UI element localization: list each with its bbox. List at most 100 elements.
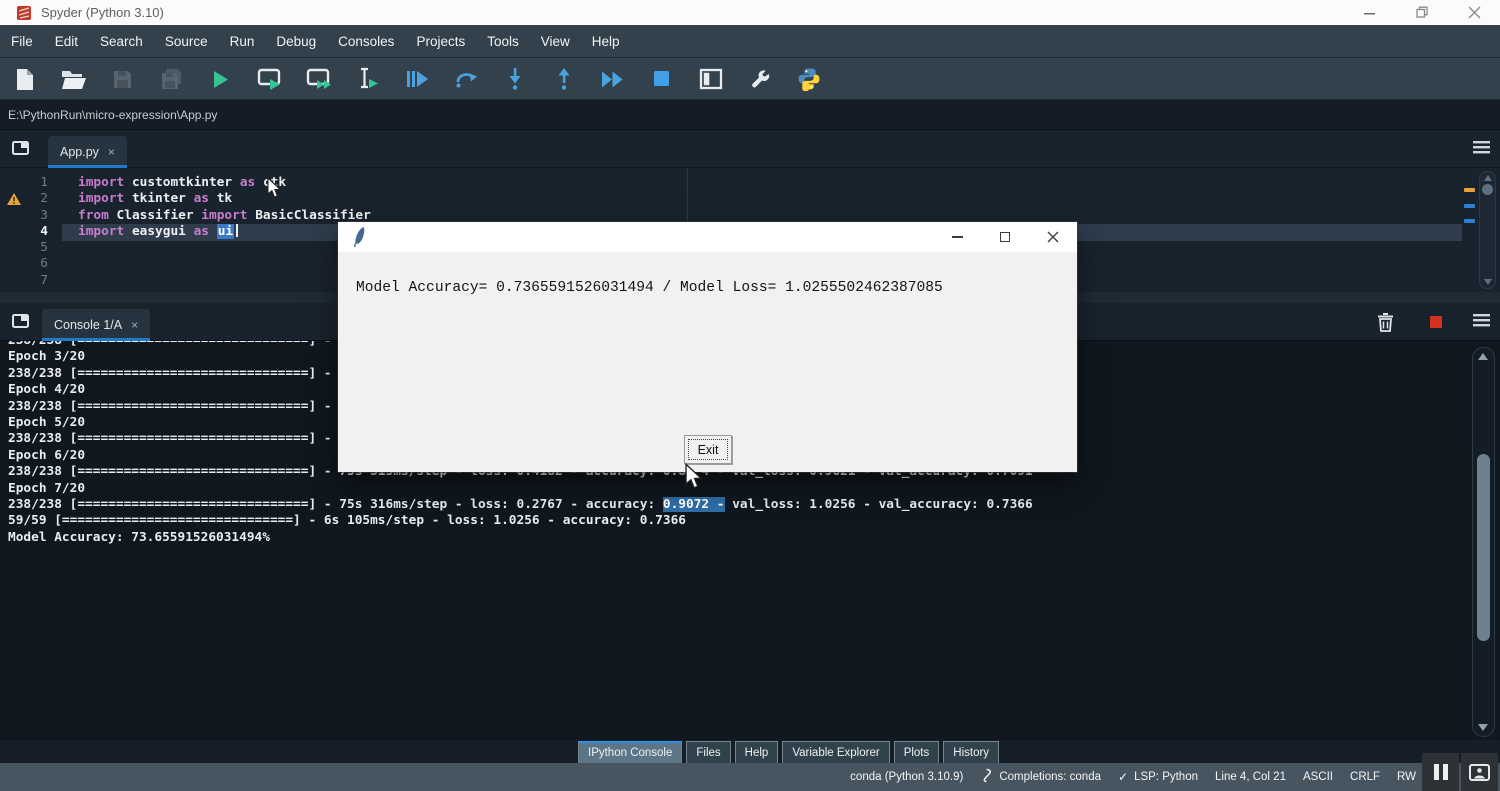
browse-tabs-icon[interactable] [12, 139, 31, 161]
dialog-message: Model Accuracy= 0.7365591526031494 / Mod… [356, 280, 943, 296]
tkinter-feather-icon [351, 226, 366, 253]
dialog-maximize-icon[interactable] [981, 222, 1029, 252]
tab-help[interactable]: Help [734, 741, 779, 763]
restore-icon[interactable] [1396, 0, 1448, 25]
lsp-status[interactable]: ✓ LSP: Python [1118, 770, 1198, 784]
save-icon[interactable] [110, 66, 135, 92]
menu-file[interactable]: File [0, 34, 44, 49]
line-number-current: 4 [40, 223, 48, 239]
check-icon: ✓ [1118, 770, 1129, 784]
editor-scrollbar[interactable] [1479, 171, 1496, 289]
breadcrumb: E:\PythonRun\micro-expression\App.py [0, 100, 1500, 130]
preferences-icon[interactable] [747, 66, 772, 92]
menu-edit[interactable]: Edit [44, 34, 89, 49]
menu-consoles[interactable]: Consoles [327, 34, 405, 49]
line-number: 7 [40, 272, 48, 288]
tab-console-1a[interactable]: Console 1/A × [42, 309, 151, 341]
scroll-up-icon[interactable] [1484, 175, 1492, 181]
tab-files[interactable]: Files [686, 741, 731, 763]
console-scrollbar[interactable] [1472, 347, 1495, 737]
code-line[interactable]: import customtkinter as ctk [78, 175, 371, 191]
open-file-icon[interactable] [61, 66, 86, 92]
scroll-down-icon[interactable] [1484, 279, 1492, 285]
completions-status[interactable]: Completions: conda [980, 768, 1101, 786]
dialog-titlebar[interactable] [338, 222, 1077, 252]
tab-app-py[interactable]: App.py × [48, 136, 127, 168]
warning-flag [1464, 188, 1475, 192]
code-line-current[interactable]: import easygui as ui [78, 223, 371, 240]
save-all-icon[interactable] [159, 66, 184, 92]
debug-icon[interactable] [404, 66, 429, 92]
stop-icon[interactable] [649, 66, 674, 92]
scroll-up-icon[interactable] [1478, 353, 1488, 360]
console-options-menu-icon[interactable] [1473, 314, 1490, 332]
selected-text: ui [216, 223, 235, 239]
mouse-cursor [684, 462, 703, 495]
code-line[interactable]: import tkinter as tk [78, 191, 371, 207]
plugin-tab-strip: IPython Console Files Help Variable Expl… [0, 740, 1500, 763]
line-number: 6 [40, 256, 48, 272]
change-flag [1464, 219, 1475, 223]
scrollflag-column [1463, 168, 1476, 292]
completions-icon [980, 768, 993, 786]
minimize-icon[interactable] [1344, 0, 1396, 25]
menubar: File Edit Search Source Run Debug Consol… [0, 25, 1500, 58]
encoding-status: ASCII [1302, 771, 1334, 783]
interrupt-kernel-icon[interactable] [1430, 316, 1442, 328]
selected-text: 0.9072 - [662, 496, 725, 512]
step-out-icon[interactable] [551, 66, 576, 92]
file-path: E:\PythonRun\micro-expression\App.py [8, 107, 218, 122]
pythonpath-icon[interactable] [796, 66, 821, 92]
step-into-icon[interactable] [502, 66, 527, 92]
eol-status: CRLF [1350, 771, 1381, 783]
console-line[interactable]: 59/59 [==============================] -… [8, 513, 1033, 529]
close-icon[interactable] [1448, 0, 1500, 25]
menu-view[interactable]: View [530, 34, 581, 49]
recorder-overlay [1422, 753, 1498, 791]
change-flag [1464, 204, 1475, 208]
pause-icon[interactable] [1422, 753, 1459, 791]
tab-close-icon[interactable]: × [131, 319, 138, 331]
menu-help[interactable]: Help [581, 34, 631, 49]
interpreter-status[interactable]: conda (Python 3.10.9) [850, 771, 963, 783]
dialog-close-icon[interactable] [1029, 222, 1077, 252]
menu-run[interactable]: Run [219, 34, 266, 49]
titlebar[interactable]: Spyder (Python 3.10) [0, 0, 1500, 25]
tab-variable-explorer[interactable]: Variable Explorer [782, 741, 890, 763]
code-line[interactable]: from Classifier import BasicClassifier [78, 208, 371, 224]
menu-search[interactable]: Search [89, 34, 154, 49]
scrollbar-thumb[interactable] [1477, 454, 1490, 641]
tab-plots[interactable]: Plots [893, 741, 940, 763]
menu-tools[interactable]: Tools [476, 34, 530, 49]
run-cell-icon[interactable] [257, 66, 282, 92]
maximize-pane-icon[interactable] [698, 66, 723, 92]
menu-debug[interactable]: Debug [265, 34, 327, 49]
scroll-down-icon[interactable] [1478, 724, 1488, 731]
exit-button[interactable]: Exit [684, 435, 732, 464]
line-number: 1 [40, 175, 48, 190]
editor-options-menu-icon[interactable] [1473, 141, 1490, 159]
continue-icon[interactable] [600, 66, 625, 92]
browse-tabs-icon[interactable] [12, 312, 31, 334]
new-file-icon[interactable] [12, 66, 37, 92]
run-current-line-icon[interactable] [453, 66, 478, 92]
camera-preview-icon[interactable] [1461, 753, 1498, 791]
editor-tabbar: App.py × [0, 130, 1500, 168]
menu-source[interactable]: Source [154, 34, 219, 49]
line-number: 5 [40, 240, 48, 256]
menu-projects[interactable]: Projects [405, 34, 476, 49]
dialog-minimize-icon[interactable] [933, 222, 981, 252]
line-number: 3 [40, 207, 48, 223]
tab-ipython-console[interactable]: IPython Console [578, 741, 683, 763]
console-line[interactable]: Epoch 7/20 [8, 481, 1033, 497]
run-cell-advance-icon[interactable] [306, 66, 331, 92]
tab-close-icon[interactable]: × [108, 146, 115, 158]
run-selection-icon[interactable] [355, 66, 380, 92]
scrollbar-thumb[interactable] [1482, 184, 1493, 195]
console-line[interactable]: Model Accuracy: 73.65591526031494% [8, 530, 1033, 546]
console-line[interactable]: 238/238 [==============================]… [8, 496, 1033, 513]
tab-history[interactable]: History [943, 741, 1000, 763]
mouse-cursor [266, 176, 282, 204]
remove-variables-icon[interactable] [1377, 312, 1394, 337]
run-icon[interactable] [208, 66, 233, 92]
